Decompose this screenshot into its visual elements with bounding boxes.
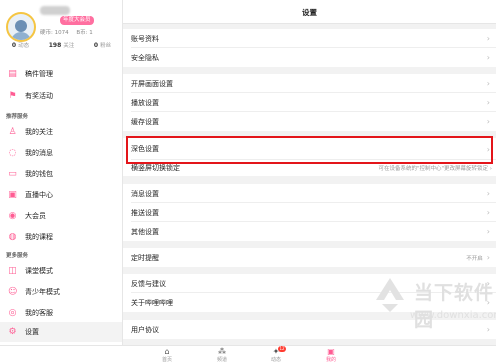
sidebar-item-settings[interactable]: ⚙ 设置 bbox=[0, 322, 122, 342]
sidebar-item-following[interactable]: ♙ 我的关注 bbox=[0, 122, 122, 142]
dynamic-icon: ✦ bbox=[272, 347, 280, 356]
chevron-right-icon: › bbox=[486, 53, 490, 62]
flag-icon: ⚑ bbox=[8, 90, 17, 101]
sidebar-item-activity[interactable]: ⚑ 有奖活动 bbox=[0, 86, 122, 106]
coin-info: 硬币: 1074 B币: 1 bbox=[40, 28, 99, 36]
settings-row-playback[interactable]: 播放设置 › bbox=[123, 93, 496, 112]
chevron-right-icon: › bbox=[486, 98, 490, 107]
settings-row-message[interactable]: 消息设置 › bbox=[123, 184, 496, 203]
manuscript-icon: ▤ bbox=[8, 68, 17, 79]
profile-stats: 0 动态 198 关注 0 粉丝 bbox=[0, 40, 122, 54]
wallet-icon: ▭ bbox=[8, 168, 17, 179]
youth-icon: ☺ bbox=[8, 286, 18, 297]
chevron-right-icon: › bbox=[486, 79, 490, 88]
message-icon: ◌ bbox=[8, 147, 17, 158]
settings-header: 设置 bbox=[123, 0, 496, 24]
gear-icon: ⚙ bbox=[8, 326, 17, 337]
username-blurred bbox=[40, 6, 70, 15]
bottom-tab-bar: ⌂ 首页 ⁂ 频道 ✦ 12 动态 ▣ 我的 bbox=[0, 345, 496, 363]
headset-icon: ◎ bbox=[8, 307, 17, 318]
sidebar-item-manuscript[interactable]: ▤ 稿件管理 bbox=[0, 64, 122, 84]
stat-following[interactable]: 198 关注 bbox=[41, 40, 82, 54]
settings-row-security[interactable]: 安全隐私 › bbox=[123, 48, 496, 67]
sidebar: 年度大会员 硬币: 1074 B币: 1 0 动态 198 关注 0 粉丝 ▤ 稿件管… bbox=[0, 0, 123, 345]
bcoins-count: B币: 1 bbox=[76, 30, 93, 36]
sidebar-item-messages[interactable]: ◌ 我的消息 bbox=[0, 143, 122, 163]
tab-mine[interactable]: ▣ 我的 bbox=[316, 347, 346, 363]
tv-icon: ▣ bbox=[327, 347, 335, 356]
timer-value: 不开启 bbox=[466, 255, 483, 262]
stat-fans[interactable]: 0 粉丝 bbox=[82, 40, 122, 54]
page-title: 设置 bbox=[302, 8, 317, 17]
sidebar-item-courses[interactable]: ◍ 我的课程 bbox=[0, 227, 122, 247]
chevron-right-icon: › bbox=[486, 253, 490, 262]
settings-row-cache[interactable]: 缓存设置 › bbox=[123, 112, 496, 131]
sidebar-item-vip[interactable]: ◉ 大会员 bbox=[0, 206, 122, 226]
settings-row-other[interactable]: 其他设置 › bbox=[123, 222, 496, 241]
chevron-right-icon: › bbox=[486, 189, 490, 198]
section-recommend: 推荐服务 bbox=[6, 114, 29, 120]
watermark-brand: 当下软件园 bbox=[414, 282, 495, 331]
sidebar-item-live[interactable]: ▣ 直播中心 bbox=[0, 185, 122, 205]
home-icon: ⌂ bbox=[164, 347, 170, 356]
sidebar-item-support[interactable]: ◎ 我的客服 bbox=[0, 303, 122, 323]
profile-card[interactable]: 年度大会员 硬币: 1074 B币: 1 0 动态 198 关注 0 粉丝 bbox=[0, 0, 122, 56]
watermark-logo-icon bbox=[376, 278, 404, 312]
tab-channel[interactable]: ⁂ 频道 bbox=[207, 347, 237, 363]
notification-badge: 12 bbox=[278, 346, 286, 352]
avatar[interactable] bbox=[6, 12, 36, 42]
channel-icon: ⁂ bbox=[218, 347, 226, 356]
vip-badge: 年度大会员 bbox=[60, 16, 94, 25]
tab-home[interactable]: ⌂ 首页 bbox=[152, 347, 182, 363]
person-icon: ♙ bbox=[8, 126, 17, 137]
chevron-right-icon: › bbox=[486, 208, 490, 217]
settings-row-push[interactable]: 推送设置 › bbox=[123, 203, 496, 222]
settings-row-timer[interactable]: 定时提醒 不开启 › bbox=[123, 248, 496, 267]
tv-icon: ▣ bbox=[8, 189, 17, 200]
sidebar-item-classroom[interactable]: ◫ 课堂模式 bbox=[0, 261, 122, 281]
section-more: 更多服务 bbox=[6, 253, 29, 259]
chevron-right-icon: › bbox=[486, 227, 490, 236]
settings-row-account[interactable]: 账号资料 › bbox=[123, 29, 496, 48]
tab-dynamic[interactable]: ✦ 12 动态 bbox=[261, 346, 291, 363]
sidebar-item-youth[interactable]: ☺ 青少年模式 bbox=[0, 282, 122, 302]
sidebar-item-wallet[interactable]: ▭ 我的钱包 bbox=[0, 164, 122, 184]
vip-icon: ◉ bbox=[8, 210, 17, 221]
highlight-box bbox=[126, 136, 493, 164]
settings-row-splash[interactable]: 开屏画面设置 › bbox=[123, 74, 496, 93]
chevron-right-icon: › bbox=[486, 34, 490, 43]
orientation-hint: 可在设备系统的"控制中心"更改屏幕旋转锁定 › bbox=[378, 166, 492, 172]
stat-dynamic[interactable]: 0 动态 bbox=[0, 40, 41, 54]
watermark-url: www.downxia.com bbox=[410, 310, 496, 321]
classroom-icon: ◫ bbox=[8, 265, 17, 276]
watermark: 当下软件园 www.downxia.com bbox=[370, 268, 496, 342]
coins-count: 硬币: 1074 bbox=[40, 30, 69, 36]
course-icon: ◍ bbox=[8, 231, 17, 242]
chevron-right-icon: › bbox=[486, 117, 490, 126]
